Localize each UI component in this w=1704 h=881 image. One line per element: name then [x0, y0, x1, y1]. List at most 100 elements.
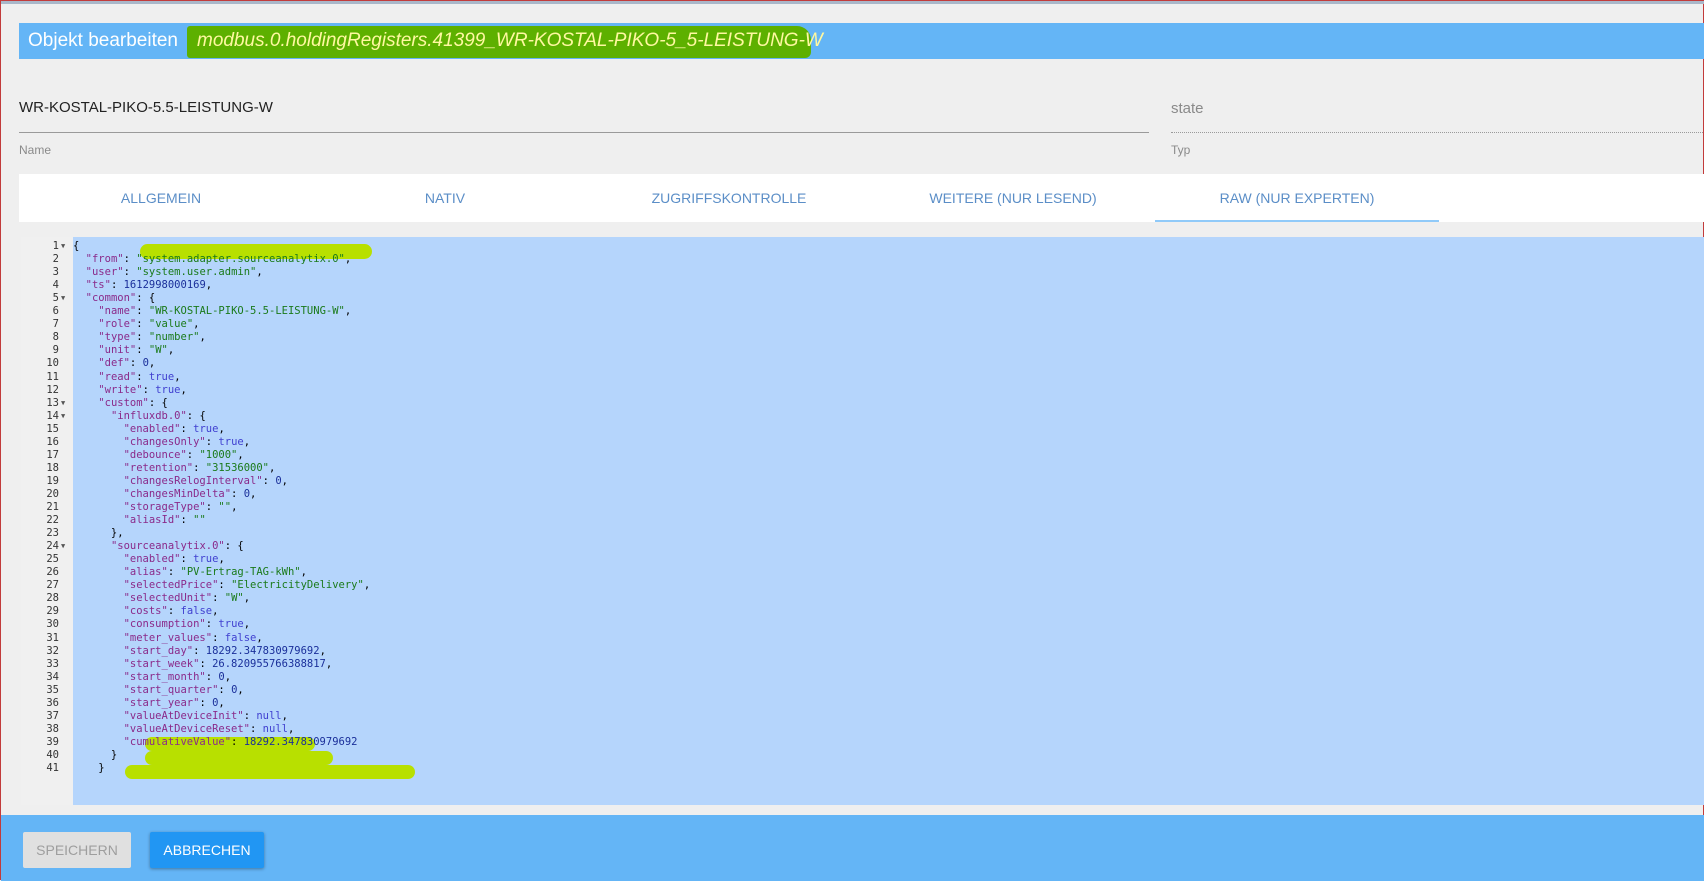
- code-line: 40 }: [21, 748, 1704, 762]
- type-field-label: Typ: [1171, 143, 1191, 157]
- code-text: "cumulativeValue": 18292.347830979692: [123, 735, 358, 748]
- type-field-underline: [1171, 132, 1704, 134]
- name-field[interactable]: WR-KOSTAL-PIKO-5.5-LEISTUNG-W: [19, 99, 273, 116]
- code-text: "enabled": true,: [123, 553, 225, 566]
- tab-weitere[interactable]: WEITERE (NUR LESEND): [871, 174, 1155, 222]
- code-text: "user": "system.user.admin",: [85, 266, 263, 279]
- code-line: 23 },: [21, 526, 1704, 540]
- line-number: 17: [46, 448, 59, 461]
- code-text: "enabled": true,: [123, 422, 225, 435]
- save-button[interactable]: SPEICHERN: [23, 832, 131, 868]
- json-editor[interactable]: 1 ▼{2 "from": "system.adapter.sourceanaly…: [21, 237, 1704, 805]
- line-number: 11: [46, 370, 59, 383]
- code-text: "from": "system.adapter.sourceanalytix.0…: [85, 253, 352, 266]
- code-text: "read": true,: [98, 370, 181, 383]
- fold-toggle-icon[interactable]: ▼: [61, 291, 65, 305]
- line-number: 26: [46, 566, 59, 579]
- code-text: {: [73, 240, 80, 252]
- line-number: 5: [52, 292, 59, 305]
- dialog-footer: SPEICHERN ABBRECHEN: [1, 815, 1704, 881]
- line-number: 32: [46, 644, 59, 657]
- code-line: 16 "changesOnly": true,: [21, 435, 1704, 449]
- name-field-underline: [19, 132, 1149, 133]
- code-text: "type": "number",: [98, 331, 206, 344]
- tab-raw[interactable]: RAW (NUR EXPERTEN): [1155, 174, 1439, 222]
- line-number: 13: [46, 396, 59, 409]
- code-text: "unit": "W",: [98, 344, 175, 357]
- code-line: 17 "debounce": "1000",: [21, 448, 1704, 462]
- fold-toggle-icon[interactable]: ▼: [61, 409, 65, 423]
- code-text: "storageType": "",: [123, 501, 238, 513]
- line-number: 7: [52, 318, 59, 331]
- line-number: 33: [46, 657, 59, 670]
- code-line: 14 ▼ "influxdb.0": {: [21, 409, 1704, 423]
- fold-toggle-icon[interactable]: ▼: [61, 396, 65, 410]
- code-text: "start_week": 26.820955766388817,: [123, 657, 333, 670]
- line-number: 18: [46, 461, 59, 474]
- line-number: 31: [46, 631, 59, 644]
- code-text: "valueAtDeviceInit": null,: [123, 709, 288, 722]
- code-line: 41 }: [21, 761, 1704, 775]
- fold-toggle-icon[interactable]: ▼: [61, 539, 65, 553]
- cancel-button[interactable]: ABBRECHEN: [150, 832, 264, 868]
- line-number: 16: [46, 435, 59, 448]
- code-line: 28 "selectedUnit": "W",: [21, 591, 1704, 605]
- line-number: 29: [46, 605, 59, 618]
- line-number: 40: [46, 748, 59, 761]
- code-text: "debounce": "1000",: [123, 448, 244, 461]
- tab-nativ[interactable]: NATIV: [303, 174, 587, 222]
- code-line: 21 "storageType": "",: [21, 500, 1704, 514]
- fold-toggle-icon[interactable]: ▼: [61, 239, 65, 253]
- line-number: 2: [52, 253, 59, 266]
- line-number: 21: [46, 501, 59, 513]
- code-line: 22 "aliasId": "": [21, 513, 1704, 527]
- code-line: 35 "start_quarter": 0,: [21, 683, 1704, 697]
- code-text: "name": "WR-KOSTAL-PIKO-5.5-LEISTUNG-W",: [98, 305, 352, 318]
- code-text: "selectedPrice": "ElectricityDelivery",: [123, 579, 371, 592]
- line-number: 27: [46, 579, 59, 592]
- code-text: "role": "value",: [98, 318, 200, 331]
- code-line: 38 "valueAtDeviceReset": null,: [21, 722, 1704, 736]
- code-line: 27 "selectedPrice": "ElectricityDelivery…: [21, 578, 1704, 592]
- line-number: 38: [46, 722, 59, 735]
- code-line: 6 "name": "WR-KOSTAL-PIKO-5.5-LEISTUNG-W…: [21, 304, 1704, 318]
- code-line: 13 ▼ "custom": {: [21, 396, 1704, 410]
- line-number: 34: [46, 670, 59, 683]
- dialog-title-bar: Objekt bearbeiten modbus.0.holdingRegist…: [19, 23, 1704, 59]
- code-line: 26 "alias": "PV-Ertrag-TAG-kWh",: [21, 565, 1704, 579]
- code-text: "ts": 1612998000169,: [85, 279, 213, 292]
- type-field: state: [1171, 100, 1204, 117]
- code-text: "selectedUnit": "W",: [123, 592, 251, 605]
- code-line: 1 ▼ {: [21, 239, 1704, 253]
- line-number: 30: [46, 618, 59, 631]
- code-line: 19 "changesRelogInterval": 0,: [21, 474, 1704, 488]
- code-text: }: [73, 762, 105, 774]
- code-line: 4 "ts": 1612998000169,: [21, 278, 1704, 292]
- line-number: 41: [46, 762, 59, 774]
- line-number: 28: [46, 592, 59, 605]
- tab-allgemein[interactable]: ALLGEMEIN: [19, 174, 303, 222]
- code-text: "sourceanalytix.0": {: [110, 540, 244, 553]
- line-number: 37: [46, 709, 59, 722]
- code-text: "custom": {: [98, 396, 168, 409]
- line-number: 22: [46, 514, 59, 527]
- dialog-title: Objekt bearbeiten: [28, 30, 178, 51]
- code-text: "start_year": 0,: [123, 696, 225, 709]
- tab-zugriffskontrolle[interactable]: ZUGRIFFSKONTROLLE: [587, 174, 871, 222]
- code-text: "retention": "31536000",: [123, 461, 276, 474]
- line-number: 19: [46, 474, 59, 487]
- line-number: 3: [52, 266, 59, 279]
- code-text: "consumption": true,: [123, 618, 251, 631]
- line-number: 6: [52, 305, 59, 318]
- code-text: "start_month": 0,: [123, 670, 232, 683]
- code-line: 24 ▼ "sourceanalytix.0": {: [21, 539, 1704, 553]
- code-text: "start_day": 18292.347830979692,: [123, 644, 326, 657]
- code-line: 8 "type": "number",: [21, 330, 1704, 344]
- window-top-border: [1, 1, 1704, 4]
- code-text: "meter_values": false,: [123, 631, 263, 644]
- code-line: 7 "role": "value",: [21, 317, 1704, 331]
- code-line: 20 "changesMinDelta": 0,: [21, 487, 1704, 501]
- code-text: "changesOnly": true,: [123, 435, 251, 448]
- code-text: "write": true,: [98, 383, 187, 396]
- line-number: 8: [52, 331, 59, 344]
